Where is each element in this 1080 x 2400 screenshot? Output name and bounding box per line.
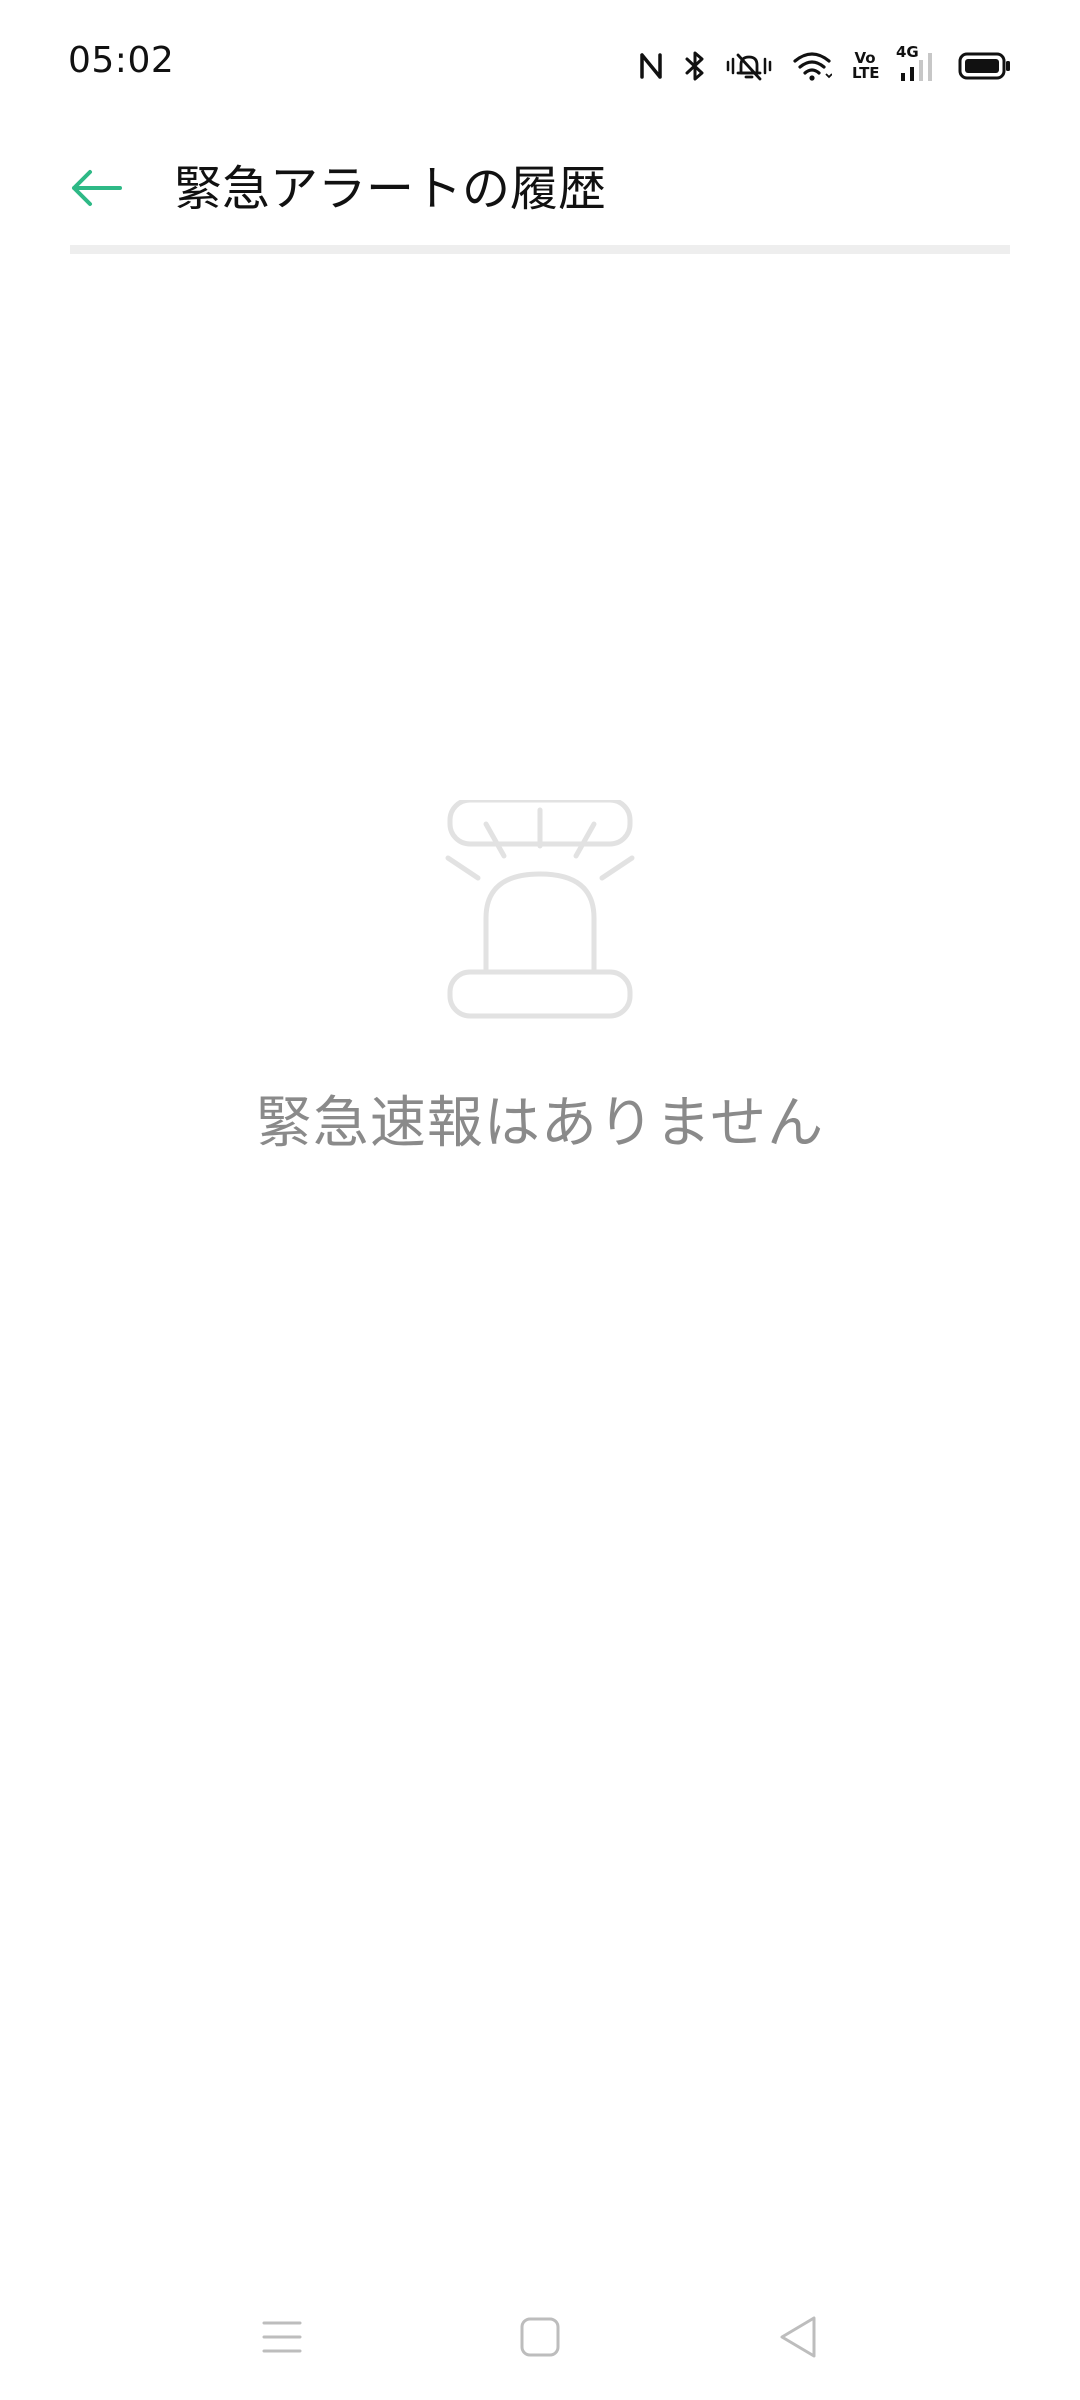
signal-4g-icon: 4G [896, 43, 938, 83]
back-triangle-icon [780, 2316, 816, 2358]
network-type-label: 4G [896, 43, 919, 61]
menu-icon [262, 2321, 302, 2353]
status-time: 05:02 [68, 40, 175, 81]
volte-bottom-label: LTE [852, 64, 880, 82]
vibrate-icon [726, 51, 772, 81]
siren-icon [445, 800, 635, 1019]
empty-message: 緊急速報はありません [255, 1091, 825, 1156]
arrow-left-icon [72, 170, 122, 206]
status-bar: 05:02 Vo LTE 4G [0, 0, 1080, 130]
header-divider [70, 245, 1010, 254]
empty-state: 緊急速報はありません [0, 800, 1080, 1160]
status-icons: Vo LTE 4G [618, 43, 1012, 88]
recent-apps-button[interactable] [247, 2302, 317, 2372]
bluetooth-icon [684, 50, 706, 82]
nfc-icon [638, 51, 664, 81]
back-nav-button[interactable] [763, 2302, 833, 2372]
system-nav-bar [0, 2290, 1080, 2380]
home-icon [520, 2317, 560, 2357]
battery-icon [958, 51, 1012, 81]
page-title: 緊急アラートの履歴 [174, 161, 607, 217]
home-button[interactable] [505, 2302, 575, 2372]
volte-icon: Vo LTE [852, 51, 880, 82]
app-header: 緊急アラートの履歴 [0, 130, 1080, 250]
back-button[interactable] [56, 148, 136, 228]
screen: 05:02 Vo LTE 4G 緊急アラートの履歴 緊急速報はありません [0, 0, 1080, 2400]
wifi-icon [792, 50, 832, 82]
